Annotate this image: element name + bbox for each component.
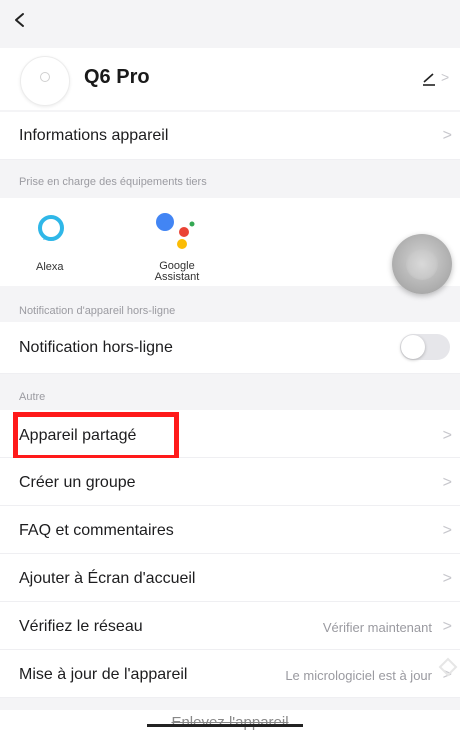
highlight-box: [13, 412, 179, 460]
add-home-screen-row[interactable]: Ajouter à Écran d'accueil >: [0, 554, 460, 602]
chevron-right-icon: >: [442, 427, 452, 444]
chevron-right-icon: >: [441, 69, 450, 85]
device-name: Q6 Pro: [84, 66, 150, 88]
device-avatar: [20, 56, 70, 106]
chevron-right-icon: >: [442, 522, 452, 539]
chevron-right-icon: >: [442, 474, 452, 491]
device-info-row[interactable]: Informations appareil >: [0, 112, 460, 160]
device-info-label: Informations appareil: [19, 127, 169, 144]
check-network-label: Vérifiez le réseau: [19, 618, 143, 635]
offline-notification-label: Notification hors-ligne: [19, 339, 173, 356]
faq-row[interactable]: FAQ et commentaires >: [0, 506, 460, 554]
watermark-icon: [438, 657, 458, 677]
back-button[interactable]: [10, 8, 40, 38]
chevron-right-icon: >: [442, 127, 452, 144]
chevron-right-icon: >: [442, 618, 452, 635]
toggle-knob: [401, 335, 425, 359]
device-update-value: Le micrologiciel est à jour: [285, 668, 432, 683]
pencil-icon[interactable]: [420, 70, 438, 88]
google-assistant-label: Google Assistant: [154, 260, 200, 283]
third-party-panel: Alexa Google Assistant: [0, 198, 460, 286]
device-update-row[interactable]: Mise à jour de l'appareil Le micrologici…: [0, 650, 460, 698]
offline-notification-row: Notification hors-ligne: [0, 322, 460, 374]
faq-label: FAQ et commentaires: [19, 522, 174, 539]
remove-device-label: Enlevez l'appareil: [171, 714, 289, 731]
section-other: Autre: [19, 391, 46, 403]
floating-assist-button[interactable]: [392, 234, 452, 294]
check-network-value: Vérifier maintenant: [322, 620, 432, 635]
section-offline-notification: Notification d'appareil hors-ligne: [19, 305, 176, 317]
remove-device-strike: [147, 724, 303, 727]
device-update-label: Mise à jour de l'appareil: [19, 666, 188, 683]
create-group-label: Créer un groupe: [19, 474, 136, 491]
alexa-icon[interactable]: [37, 214, 65, 242]
back-arrow-icon: [15, 13, 24, 27]
add-home-screen-label: Ajouter à Écran d'accueil: [19, 570, 196, 587]
section-third-party: Prise en charge des équipements tiers: [19, 176, 207, 188]
offline-notification-toggle[interactable]: [400, 334, 450, 360]
device-header[interactable]: Q6 Pro >: [0, 48, 460, 110]
check-network-row[interactable]: Vérifiez le réseau Vérifier maintenant >: [0, 602, 460, 650]
google-assistant-icon[interactable]: [152, 210, 200, 250]
remove-device-button[interactable]: Enlevez l'appareil: [0, 710, 460, 742]
create-group-row[interactable]: Créer un groupe >: [0, 458, 460, 506]
alexa-label: Alexa: [36, 261, 64, 273]
chevron-right-icon: >: [442, 570, 452, 587]
